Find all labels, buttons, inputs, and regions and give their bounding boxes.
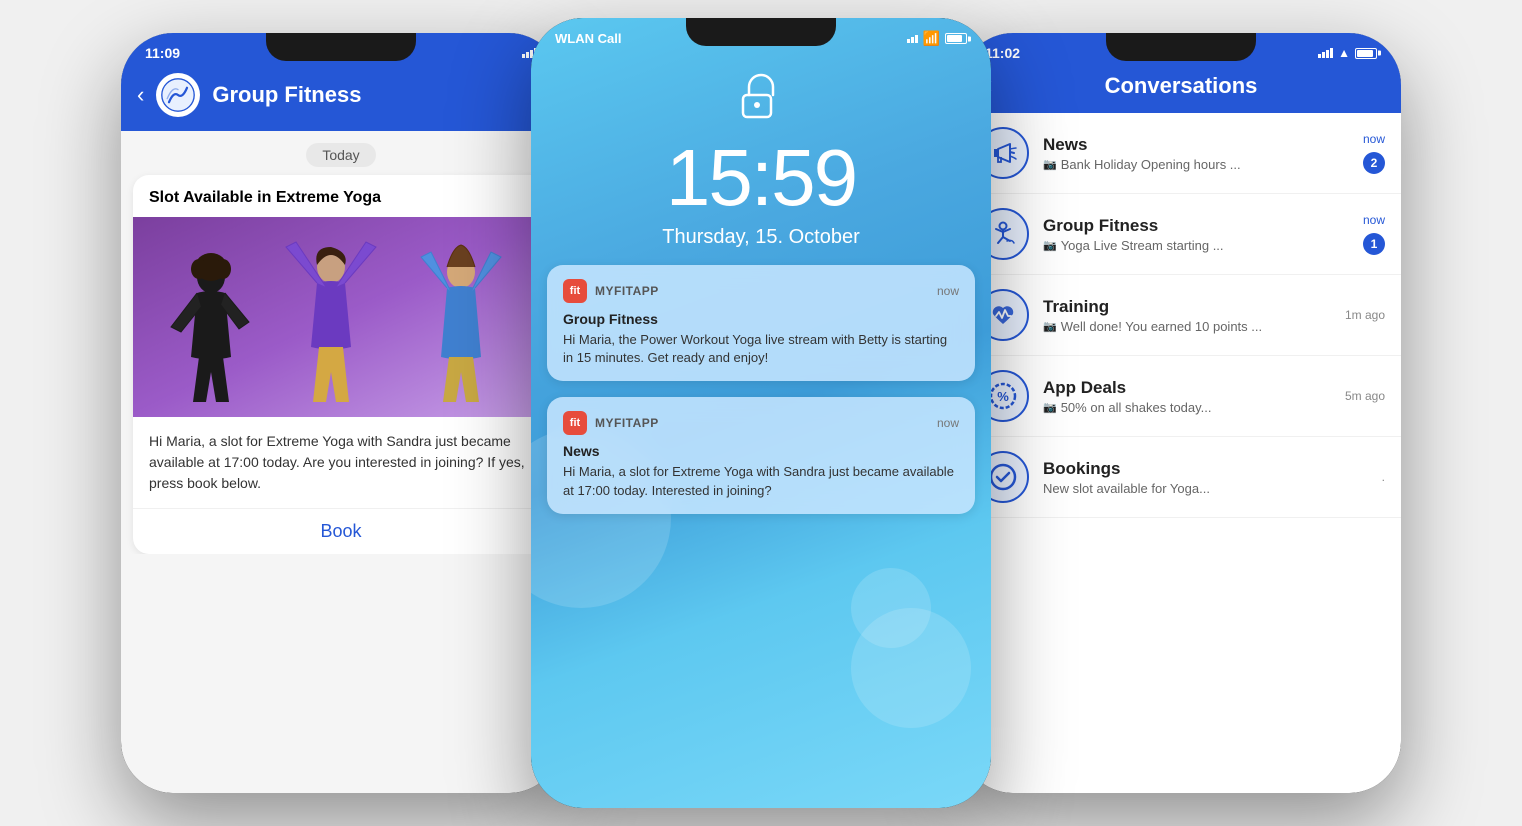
conv-time-training: 1m ago <box>1345 308 1385 322</box>
status-icons-right: ▲ <box>1318 46 1377 60</box>
notif-2-body: Hi Maria, a slot for Extreme Yoga with S… <box>563 463 959 499</box>
gym-logo-icon <box>160 77 196 113</box>
conv-info-bookings: Bookings New slot available for Yoga... <box>1043 459 1368 496</box>
notif-1-time: now <box>937 284 959 298</box>
notif-1-body: Hi Maria, the Power Workout Yoga live st… <box>563 331 959 367</box>
conversations-title: Conversations <box>1105 73 1258 99</box>
conv-meta-news: now 2 <box>1363 132 1385 174</box>
phone1-content: Today Slot Available in Extreme Yoga <box>121 131 561 554</box>
lock-time: 15:59 <box>531 138 991 218</box>
group-fitness-title: Group Fitness <box>212 82 361 108</box>
conv-meta-training: 1m ago <box>1345 308 1385 322</box>
notif-1-title: Group Fitness <box>563 311 959 327</box>
notif-2-header: fit MYFITAPP now <box>563 411 959 435</box>
conv-name-training: Training <box>1043 297 1331 317</box>
phone-lock-screen: WLAN Call 📶 <box>531 18 991 808</box>
fitness-image <box>133 217 549 417</box>
conv-preview-group-fitness: 📷 Yoga Live Stream starting ... <box>1043 238 1349 253</box>
conversations-list: News 📷 Bank Holiday Opening hours ... no… <box>961 113 1401 518</box>
yoga-icon <box>988 219 1018 249</box>
conv-preview-bookings: New slot available for Yoga... <box>1043 481 1368 496</box>
screen-conversations: 11:02 ▲ ✕ Conversations <box>961 33 1401 793</box>
signal-icon-right <box>1318 48 1333 58</box>
checkmark-icon <box>988 462 1018 492</box>
conv-time-deals: 5m ago <box>1345 389 1385 403</box>
notif-2-title: News <box>563 443 959 459</box>
wifi-icon-right: ▲ <box>1338 46 1350 60</box>
phone-group-fitness: 11:09 ‹ <box>121 33 561 793</box>
back-button[interactable]: ‹ <box>137 82 144 108</box>
conv-name-app-deals: App Deals <box>1043 378 1331 398</box>
status-time-left: 11:09 <box>145 45 180 61</box>
notification-1: fit MYFITAPP now Group Fitness Hi Maria,… <box>547 265 975 381</box>
notch-right <box>1106 33 1256 61</box>
notification-2: fit MYFITAPP now News Hi Maria, a slot f… <box>547 397 975 513</box>
lock-carrier: WLAN Call <box>555 31 621 46</box>
conversations-header: ✕ Conversations <box>961 65 1401 113</box>
today-label: Today <box>306 143 375 167</box>
notif-2-app-icon: fit <box>563 411 587 435</box>
camera-icon-news: 📷 <box>1043 158 1057 171</box>
conv-time-bookings: . <box>1382 470 1385 484</box>
camera-icon-gf: 📷 <box>1043 239 1057 252</box>
conv-name-group-fitness: Group Fitness <box>1043 216 1349 236</box>
conv-badge-gf: 1 <box>1363 233 1385 255</box>
slot-card: Slot Available in Extreme Yoga <box>133 175 549 554</box>
phones-container: 11:09 ‹ <box>0 0 1522 826</box>
card-body: Hi Maria, a slot for Extreme Yoga with S… <box>133 417 549 508</box>
conv-item-app-deals[interactable]: % App Deals 📷 50% on all shakes today...… <box>961 356 1401 437</box>
lock-date: Thursday, 15. October <box>531 226 991 249</box>
conv-name-bookings: Bookings <box>1043 459 1368 479</box>
book-button[interactable]: Book <box>133 508 549 554</box>
phone-conversations: 11:02 ▲ ✕ Conversations <box>961 33 1401 793</box>
conv-meta-bookings: . <box>1382 470 1385 484</box>
conv-time-news: now <box>1363 132 1385 146</box>
percent-icon: % <box>988 381 1018 411</box>
heart-rate-icon <box>988 300 1018 330</box>
notif-1-header: fit MYFITAPP now <box>563 279 959 303</box>
conv-preview-training: 📷 Well done! You earned 10 points ... <box>1043 319 1331 334</box>
battery-icon-right <box>1355 48 1377 59</box>
conv-name-news: News <box>1043 135 1349 155</box>
camera-icon-training: 📷 <box>1043 320 1057 333</box>
notch-center <box>686 18 836 46</box>
lock-wifi-icon: 📶 <box>923 30 940 47</box>
notch-left <box>266 33 416 61</box>
conv-meta-group-fitness: now 1 <box>1363 213 1385 255</box>
lock-unlock-icon <box>531 51 991 138</box>
card-title: Slot Available in Extreme Yoga <box>133 175 549 217</box>
conv-info-news: News 📷 Bank Holiday Opening hours ... <box>1043 135 1349 172</box>
lock-status-icons: 📶 <box>907 30 967 47</box>
conv-item-group-fitness[interactable]: Group Fitness 📷 Yoga Live Stream startin… <box>961 194 1401 275</box>
lock-battery-icon <box>945 33 967 44</box>
lock-signal-icon <box>907 35 918 43</box>
conv-info-training: Training 📷 Well done! You earned 10 poin… <box>1043 297 1331 334</box>
bubble-3 <box>851 568 931 648</box>
fitness-image-svg <box>133 217 549 417</box>
svg-text:%: % <box>997 389 1009 404</box>
lock-svg <box>741 71 781 119</box>
today-badge: Today <box>121 131 561 175</box>
notif-1-app-icon: fit <box>563 279 587 303</box>
conv-info-app-deals: App Deals 📷 50% on all shakes today... <box>1043 378 1331 415</box>
conv-time-gf: now <box>1363 213 1385 227</box>
gym-logo <box>156 73 200 117</box>
conv-info-group-fitness: Group Fitness 📷 Yoga Live Stream startin… <box>1043 216 1349 253</box>
screen-lock: WLAN Call 📶 <box>531 18 991 808</box>
camera-icon-deals: 📷 <box>1043 401 1057 414</box>
screen-group-fitness: 11:09 ‹ <box>121 33 561 793</box>
notif-2-app-name: MYFITAPP <box>595 416 659 430</box>
conv-item-training[interactable]: Training 📷 Well done! You earned 10 poin… <box>961 275 1401 356</box>
notif-2-time: now <box>937 416 959 430</box>
conv-meta-app-deals: 5m ago <box>1345 389 1385 403</box>
conv-item-bookings[interactable]: Bookings New slot available for Yoga... … <box>961 437 1401 518</box>
notif-1-app-name: MYFITAPP <box>595 284 659 298</box>
conv-preview-app-deals: 📷 50% on all shakes today... <box>1043 400 1331 415</box>
conv-item-news[interactable]: News 📷 Bank Holiday Opening hours ... no… <box>961 113 1401 194</box>
group-fitness-header: ‹ Group Fitness <box>121 65 561 131</box>
conv-badge-news: 2 <box>1363 152 1385 174</box>
megaphone-icon <box>988 138 1018 168</box>
conv-preview-news: 📷 Bank Holiday Opening hours ... <box>1043 157 1349 172</box>
